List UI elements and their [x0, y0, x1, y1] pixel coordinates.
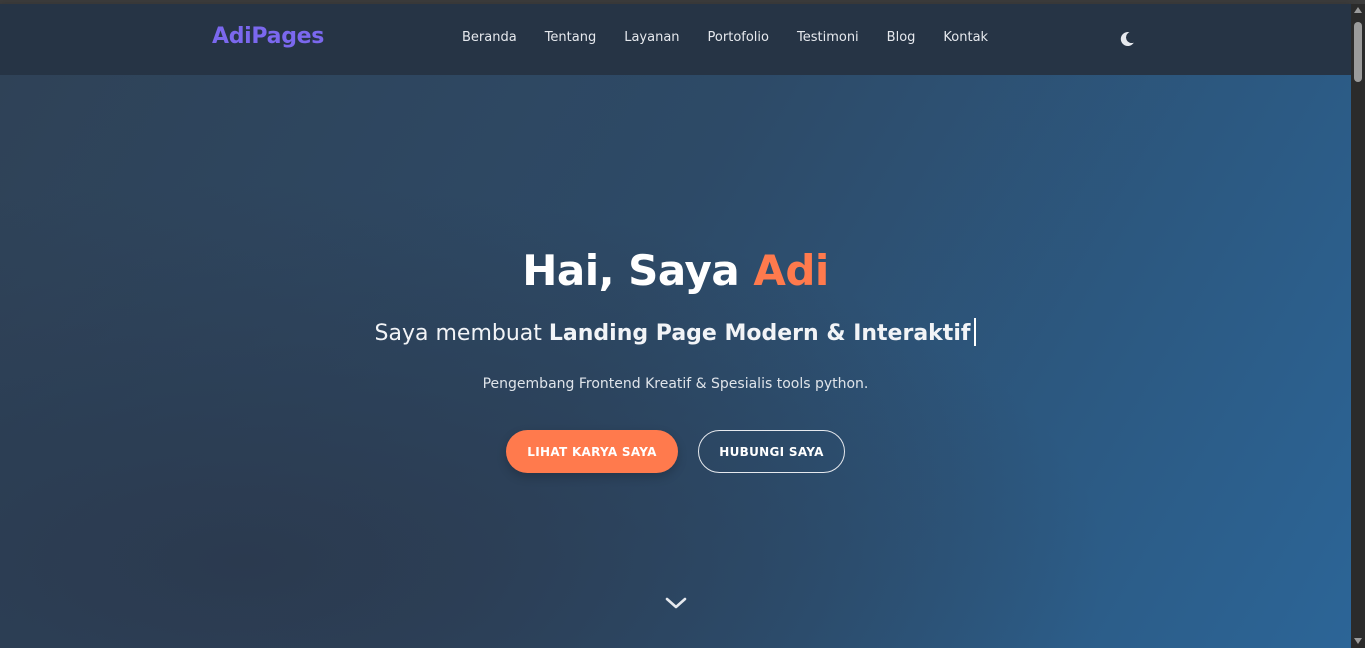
moon-icon	[1120, 31, 1134, 46]
theme-toggle-button[interactable]	[1117, 29, 1137, 49]
nav-link-testimoni[interactable]: Testimoni	[797, 30, 859, 45]
view-work-button[interactable]: LIHAT KARYA SAYA	[506, 430, 678, 473]
hero-subtitle-prefix: Saya membuat	[374, 321, 549, 346]
hero-section: Hai, Saya Adi Saya membuat Landing Page …	[0, 75, 1351, 648]
scrollbar-thumb[interactable]	[1354, 22, 1362, 82]
scroll-down-arrow-icon[interactable]	[1354, 638, 1362, 644]
nav-link-kontak[interactable]: Kontak	[943, 30, 988, 45]
nav-link-layanan[interactable]: Layanan	[624, 30, 679, 45]
scroll-up-arrow-icon[interactable]	[1354, 7, 1362, 13]
vertical-scrollbar[interactable]	[1351, 4, 1365, 648]
nav-links: Beranda Tentang Layanan Portofolio Testi…	[462, 30, 1016, 45]
hero-description: Pengembang Frontend Kreatif & Spesialis …	[482, 376, 869, 392]
chevron-down-icon	[665, 597, 687, 609]
nav-link-beranda[interactable]: Beranda	[462, 30, 517, 45]
navbar: AdiPages Beranda Tentang Layanan Portofo…	[0, 4, 1351, 75]
hero-title-name: Adi	[753, 246, 829, 295]
hero-subtitle: Saya membuat Landing Page Modern & Inter…	[0, 318, 1351, 348]
scroll-down-button[interactable]	[664, 593, 688, 613]
nav-link-blog[interactable]: Blog	[887, 30, 916, 45]
typing-cursor	[974, 318, 977, 346]
nav-link-portofolio[interactable]: Portofolio	[708, 30, 769, 45]
logo[interactable]: AdiPages	[212, 24, 324, 49]
hero-title: Hai, Saya Adi	[0, 246, 1351, 295]
hero-title-prefix: Hai, Saya	[522, 246, 754, 295]
contact-me-button[interactable]: HUBUNGI SAYA	[698, 430, 845, 473]
nav-link-tentang[interactable]: Tentang	[545, 30, 597, 45]
hero-subtitle-typed: Landing Page Modern & Interaktif	[548, 321, 971, 346]
